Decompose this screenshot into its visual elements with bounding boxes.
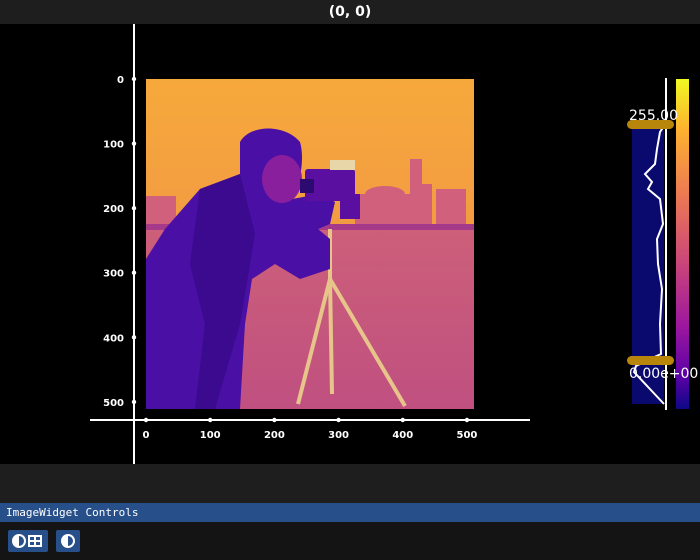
image-face <box>262 155 302 203</box>
image-widget-app: (0, 0) 0 100 200 300 400 500 0 100 200 3… <box>0 0 700 560</box>
contrast-film-button[interactable] <box>8 530 48 552</box>
x-tick-label: 0 <box>143 430 150 441</box>
y-tick-label: 100 <box>103 140 124 151</box>
y-tick-label: 0 <box>117 75 124 86</box>
contrast-icon <box>60 533 76 549</box>
y-tick-label: 200 <box>103 204 124 215</box>
x-tick-mark <box>464 417 470 423</box>
image-heatmap[interactable] <box>146 79 474 409</box>
colorbar <box>676 79 689 409</box>
controls-panel <box>0 522 700 560</box>
y-tick-mark <box>131 270 137 275</box>
x-axis-ticks: 0 100 200 300 400 500 <box>143 417 478 441</box>
x-tick-mark <box>336 417 341 423</box>
y-tick-mark <box>131 141 137 146</box>
contrast-button[interactable] <box>56 530 80 552</box>
window-title: (0, 0) <box>0 0 700 24</box>
x-tick-label: 100 <box>200 430 221 441</box>
x-tick-mark <box>272 417 277 423</box>
vmax-label: 255.00 <box>629 108 678 124</box>
y-tick-label: 300 <box>103 269 124 280</box>
contrast-film-icon <box>11 533 45 549</box>
x-tick-label: 500 <box>457 430 478 441</box>
x-tick-label: 300 <box>328 430 349 441</box>
plot-canvas[interactable]: 0 100 200 300 400 500 0 100 200 300 400 500 255.00… <box>0 24 700 464</box>
x-tick-mark <box>143 417 149 423</box>
x-tick-label: 200 <box>264 430 285 441</box>
x-tick-mark <box>207 417 213 423</box>
controls-header: ImageWidget Controls <box>0 503 700 522</box>
y-tick-mark <box>131 399 137 405</box>
y-tick-label: 500 <box>103 398 124 409</box>
y-tick-mark <box>131 76 137 82</box>
y-tick-label: 400 <box>103 333 124 344</box>
y-tick-mark <box>131 205 137 211</box>
vmin-handle[interactable] <box>627 356 674 365</box>
x-tick-label: 400 <box>392 430 413 441</box>
y-tick-mark <box>131 335 137 340</box>
vmin-label: 0.00e+00 <box>629 366 698 382</box>
y-axis-ticks: 0 100 200 300 400 500 <box>103 75 137 409</box>
histogram-lut[interactable]: 255.00 0.00e+00 <box>627 78 698 410</box>
x-tick-mark <box>400 417 405 423</box>
